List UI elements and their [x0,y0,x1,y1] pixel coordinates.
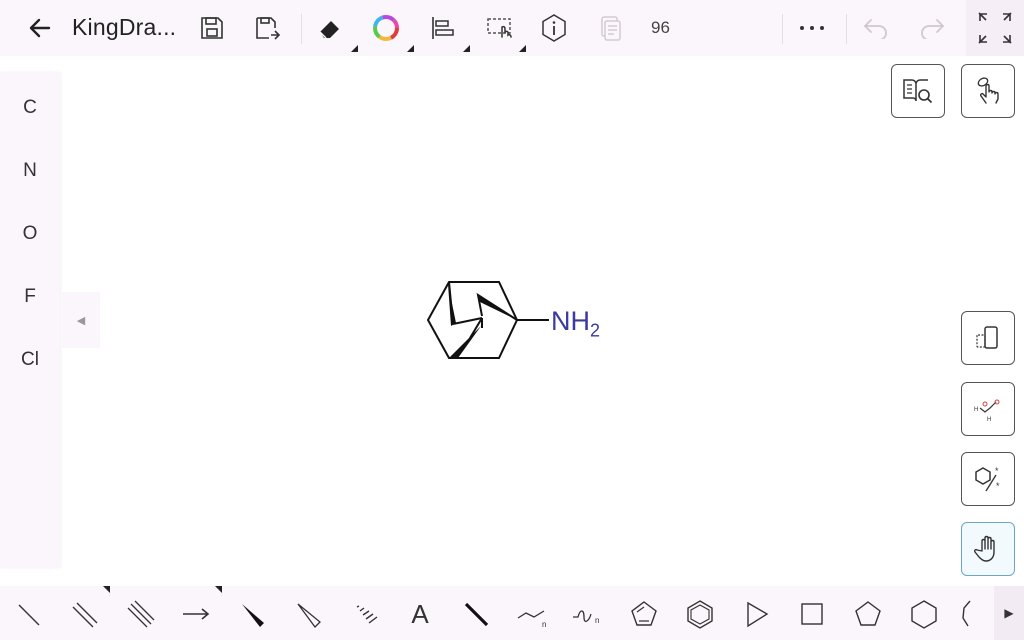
document-title[interactable]: KingDra... [72,14,176,41]
top-toolbar: KingDra... 96 [0,0,1024,56]
color-wheel-icon[interactable] [368,10,404,46]
single-bond-icon[interactable] [8,596,48,632]
save-icon[interactable] [194,10,230,46]
amine-group-label[interactable]: NH2 [551,306,600,341]
scroll-right-icon[interactable]: ▶ [994,586,1024,640]
eraser-icon[interactable] [312,10,348,46]
svg-text:*: * [996,481,1000,491]
wedge-bond-icon[interactable] [232,596,272,632]
double-bond-icon[interactable] [64,596,104,632]
svg-text:H: H [987,417,991,423]
svg-text:n: n [595,616,599,625]
arrow-dropdown-indicator[interactable] [215,586,222,593]
info-icon[interactable] [536,10,572,46]
phone-rotate-icon [976,326,998,349]
triple-bond-icon[interactable] [120,596,160,632]
chain-icon[interactable]: n [512,596,552,632]
collapse-panel-icon[interactable]: ◀ [62,292,100,348]
amine-group-text: NH [551,306,590,336]
bottom-toolbar: A n n ▶ [0,586,1024,640]
fullscreen-icon[interactable] [966,0,1024,56]
toolbar-divider [782,14,783,44]
finger-touch-icon [977,77,999,104]
bond-dropdown-indicator[interactable] [103,586,110,593]
element-oxygen[interactable]: O [0,214,60,254]
heptagon-icon[interactable] [960,596,984,632]
pan-hand-button[interactable] [961,522,1015,576]
square-icon[interactable] [792,596,832,632]
bold-bond-icon[interactable] [456,596,496,632]
arrow-icon[interactable] [176,596,216,632]
toolbar-divider [846,14,847,44]
template-button[interactable]: * * [961,452,1015,506]
align-dropdown-indicator[interactable] [463,45,470,52]
ring-template-icon: ** [975,466,1000,492]
text-tool[interactable]: A [400,596,440,632]
hollow-wedge-icon[interactable] [288,596,328,632]
back-arrow-icon[interactable] [22,10,58,46]
cyclopentadiene-icon[interactable] [624,596,664,632]
svg-text:*: * [995,466,999,476]
functional-group-button[interactable]: HH [961,382,1015,436]
search-structure-button[interactable] [891,64,945,118]
zoom-level[interactable]: 96 [651,18,670,38]
pentagon-icon[interactable] [848,596,888,632]
align-left-icon[interactable] [424,10,460,46]
triangle-icon[interactable] [736,596,776,632]
eraser-dropdown-indicator[interactable] [351,45,358,52]
element-panel: C N O F Cl ··· [0,72,60,615]
book-search-icon [903,79,933,104]
redo-icon[interactable] [912,10,952,46]
element-chlorine[interactable]: Cl [0,340,60,380]
rotate-screen-button[interactable] [961,311,1015,365]
amine-subscript: 2 [590,320,601,341]
element-nitrogen[interactable]: N [0,151,60,191]
benzene-icon[interactable] [680,596,720,632]
svg-text:n: n [542,620,546,629]
svg-text:H: H [974,407,978,413]
wavy-chain-icon[interactable]: n [568,596,608,632]
hand-icon [974,535,995,562]
undo-icon[interactable] [856,10,896,46]
select-dropdown-indicator[interactable] [519,45,526,52]
more-horizontal-icon[interactable] [792,10,832,46]
hexagon-icon[interactable] [904,596,944,632]
save-as-icon[interactable] [250,10,286,46]
element-fluorine[interactable]: F [0,277,60,317]
toolbar-divider [301,14,302,44]
functional-group-icon: HH [974,399,1000,423]
touch-gesture-button[interactable] [961,64,1015,118]
hashed-wedge-icon[interactable] [344,596,384,632]
element-carbon[interactable]: C [0,88,60,128]
lasso-select-icon[interactable] [480,10,520,46]
copy-icon[interactable] [592,10,628,46]
color-dropdown-indicator[interactable] [407,45,414,52]
